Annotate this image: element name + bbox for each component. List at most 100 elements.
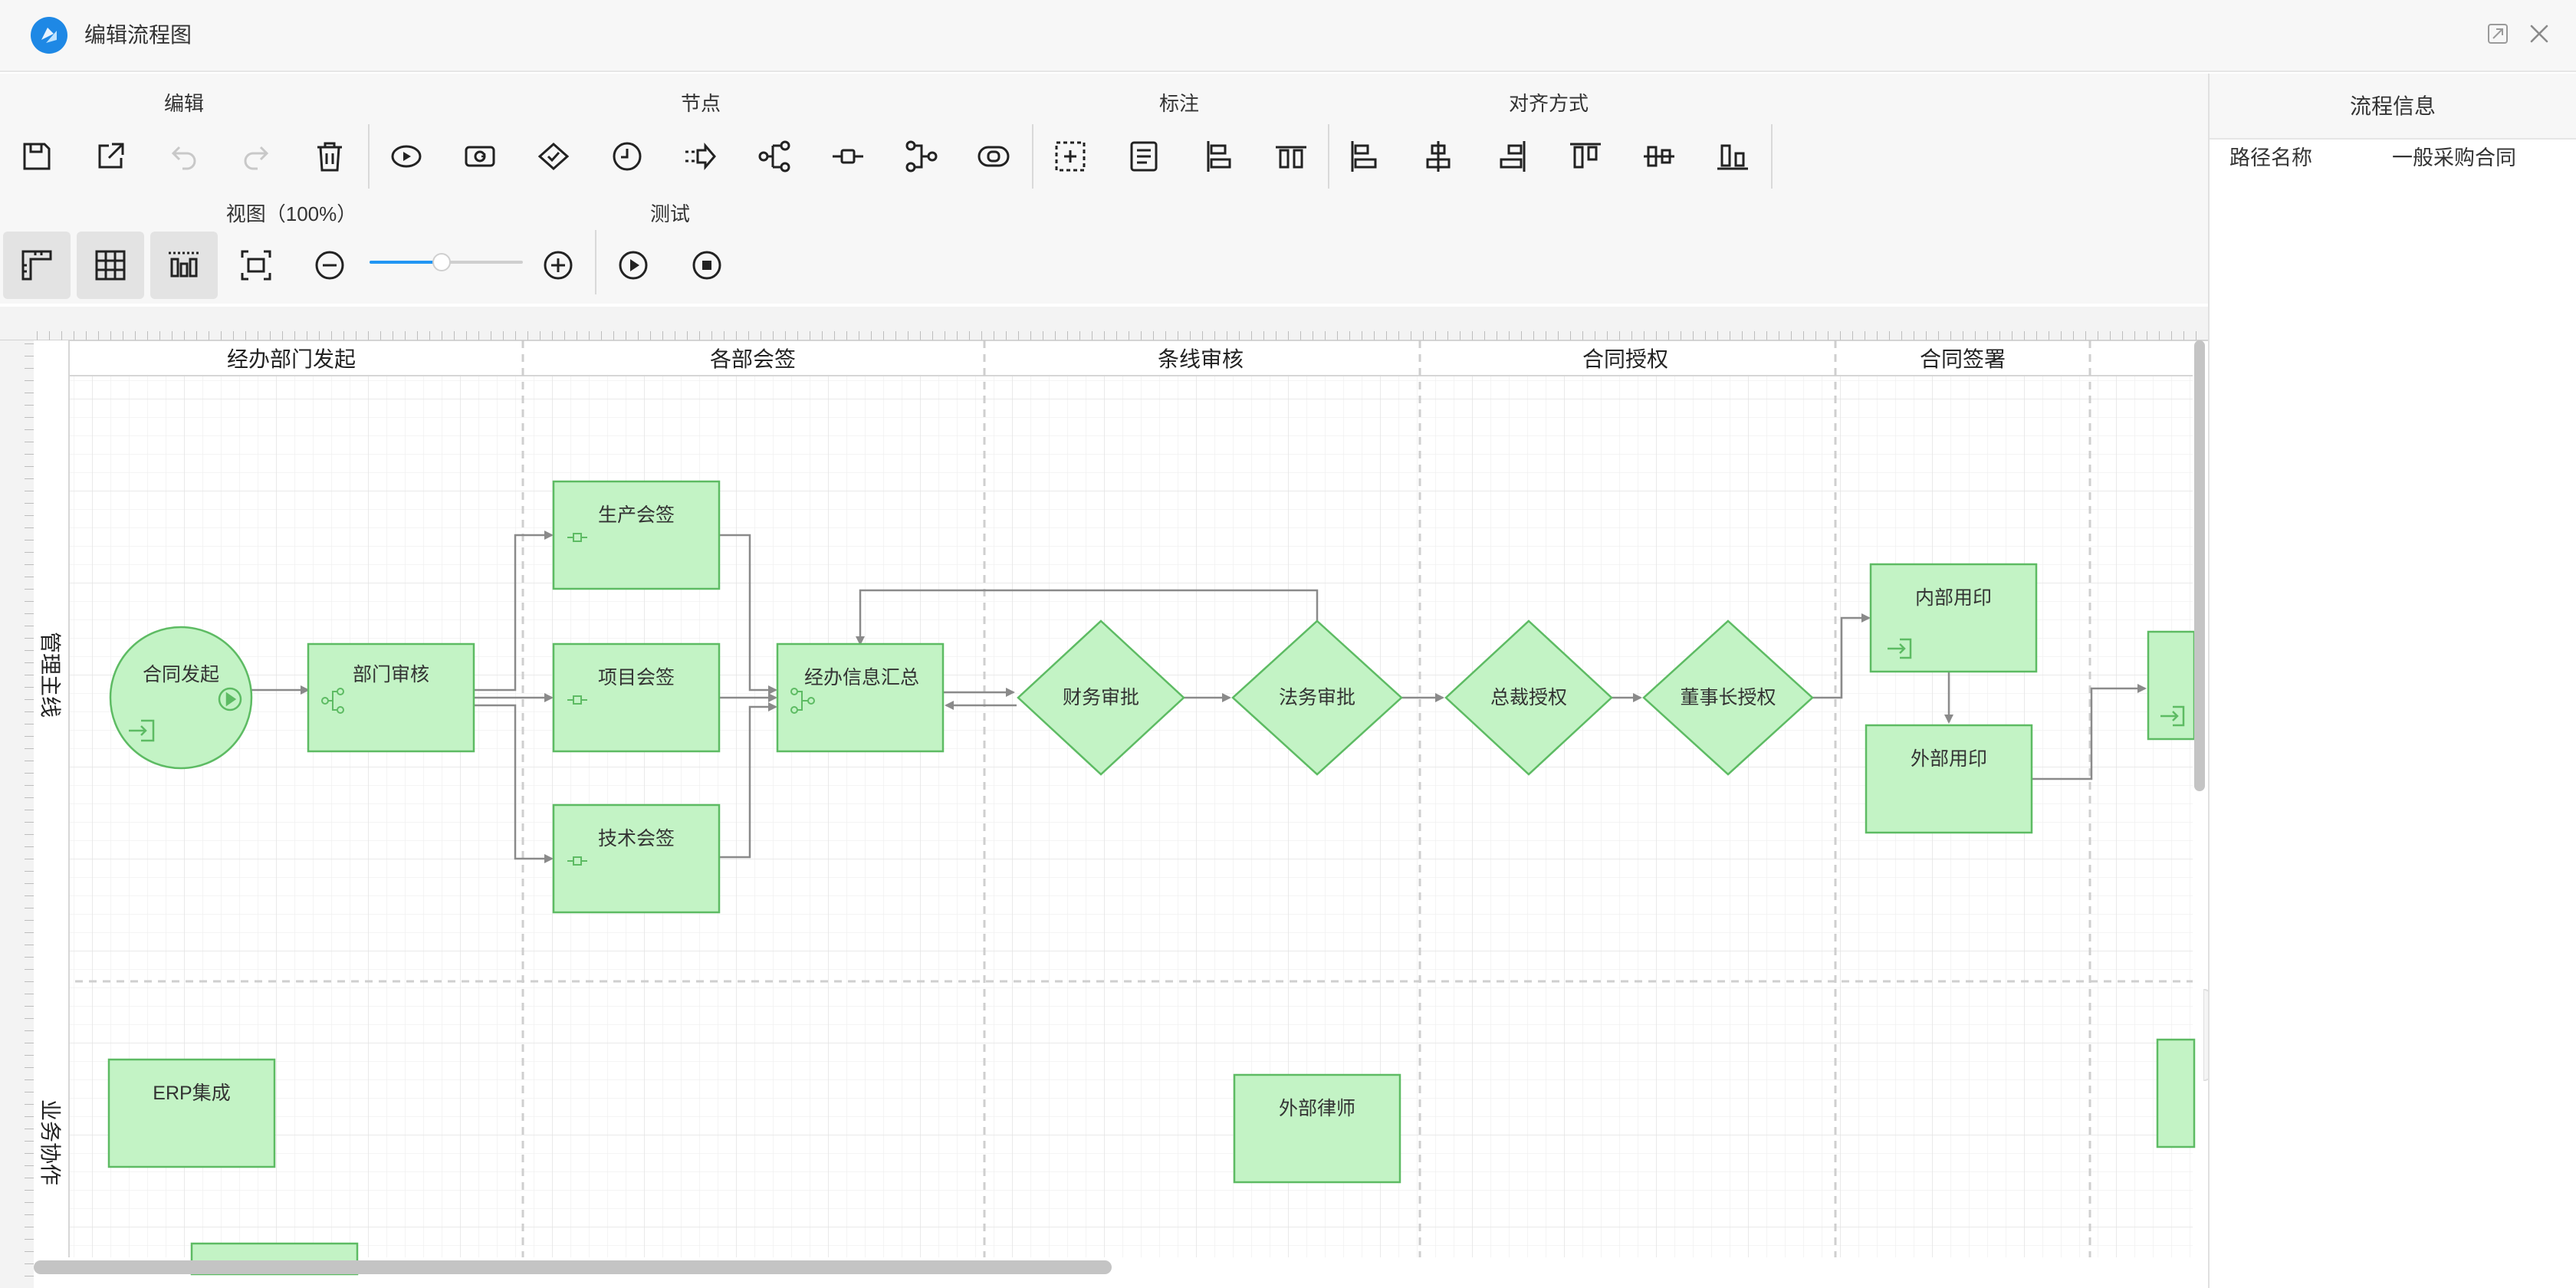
node-label: 董事长授权 bbox=[1680, 687, 1776, 708]
column-label: 各部会签 bbox=[710, 347, 796, 371]
align-left-button[interactable] bbox=[1340, 132, 1389, 181]
horizontal-lane-icon bbox=[1276, 146, 1306, 169]
vertical-lane-icon bbox=[1207, 141, 1231, 172]
align-bottom-icon bbox=[1717, 144, 1748, 170]
merge-node-button[interactable] bbox=[897, 132, 946, 181]
subprocess-node-button[interactable] bbox=[455, 132, 504, 181]
play-icon bbox=[619, 251, 648, 280]
group-annotation-button[interactable] bbox=[1046, 132, 1095, 181]
flow-node-external-seal[interactable]: 外部用印 bbox=[1865, 724, 2033, 834]
align-top-button[interactable] bbox=[1561, 132, 1610, 181]
flow-node-dept-review[interactable]: 部门审核 bbox=[307, 642, 475, 753]
panel-collapse-handle[interactable] bbox=[2203, 987, 2208, 1083]
flow-node-production-sign[interactable]: 生产会签 bbox=[552, 480, 721, 590]
vertical-lane-button[interactable] bbox=[1193, 132, 1242, 181]
column-label: 合同授权 bbox=[1582, 347, 1668, 371]
text-annotation-button[interactable] bbox=[1119, 132, 1168, 181]
save-button[interactable] bbox=[12, 132, 61, 181]
diagram-canvas[interactable]: 经办部门发起 各部会签 条线审核 合同授权 合同签署 管理主线 业务协作 合同发… bbox=[0, 307, 2208, 1288]
zoom-out-icon bbox=[315, 251, 344, 280]
grid-toggle-button[interactable] bbox=[77, 232, 144, 299]
node-label: 外部用印 bbox=[1911, 748, 1987, 770]
align-right-button[interactable] bbox=[1487, 132, 1536, 181]
column-label: 条线审核 bbox=[1158, 347, 1244, 371]
transfer-node-button[interactable] bbox=[676, 132, 725, 181]
align-bottom-button[interactable] bbox=[1708, 132, 1757, 181]
info-panel-header: 流程信息 bbox=[2210, 74, 2576, 140]
start-node-button[interactable] bbox=[382, 132, 431, 181]
toolbar-separator bbox=[1771, 124, 1773, 189]
toolbar-separator bbox=[595, 230, 596, 294]
end-node-button[interactable] bbox=[969, 132, 1018, 181]
zoom-slider-thumb[interactable] bbox=[432, 253, 451, 271]
undo-icon bbox=[171, 146, 196, 170]
flow-node-internal-seal[interactable]: 内部用印 bbox=[1869, 563, 2038, 673]
lane-label: 业务协作 bbox=[38, 1099, 62, 1185]
merge-node-icon bbox=[905, 140, 938, 172]
zoom-in-icon bbox=[544, 251, 573, 280]
path-name-value[interactable]: 一般采购合同 bbox=[2392, 144, 2516, 172]
group-label-edit: 编辑 bbox=[163, 92, 205, 115]
align-left-icon bbox=[1351, 141, 1377, 172]
node-label: 外部律师 bbox=[1279, 1098, 1355, 1119]
horizontal-scrollbar-thumb[interactable] bbox=[34, 1260, 1112, 1274]
restore-window-button[interactable] bbox=[2484, 20, 2512, 48]
info-panel-title: 流程信息 bbox=[2349, 94, 2436, 118]
flow-node-tech-sign[interactable]: 技术会签 bbox=[552, 803, 721, 914]
group-select-icon bbox=[1055, 141, 1086, 172]
toolbar-separator bbox=[1328, 124, 1329, 189]
zoom-in-button[interactable] bbox=[534, 241, 583, 290]
align-top-icon bbox=[1570, 143, 1601, 169]
decision-node-button[interactable] bbox=[529, 132, 578, 181]
branch-node-icon bbox=[758, 140, 790, 172]
title-bar: 编辑流程图 bbox=[0, 0, 2576, 72]
subprocess-node-icon bbox=[465, 146, 495, 167]
toolbar: 编辑 节点 标注 对齐方式 视图（100%） 测试 bbox=[0, 74, 2208, 304]
close-window-button[interactable] bbox=[2524, 18, 2555, 49]
flow-node-partial[interactable] bbox=[2156, 1038, 2196, 1148]
text-annotation-icon bbox=[1130, 141, 1158, 172]
activity-node-icon bbox=[833, 149, 863, 164]
flow-node-project-sign[interactable]: 项目会签 bbox=[552, 642, 721, 753]
test-stop-button[interactable] bbox=[682, 241, 731, 290]
redo-icon bbox=[244, 146, 269, 170]
decision-node-icon bbox=[537, 142, 570, 171]
node-label: 生产会签 bbox=[598, 504, 675, 526]
guides-icon bbox=[169, 251, 199, 278]
redo-button[interactable] bbox=[232, 132, 281, 181]
flow-node-external-lawyer[interactable]: 外部律师 bbox=[1233, 1073, 1401, 1184]
node-label: 部门审核 bbox=[353, 664, 429, 685]
align-middle-button[interactable] bbox=[1635, 132, 1684, 181]
timer-node-icon bbox=[613, 142, 642, 171]
diagram-svg[interactable]: 经办部门发起 各部会签 条线审核 合同授权 合同签署 管理主线 业务协作 合同发… bbox=[0, 307, 2208, 1288]
undo-button[interactable] bbox=[159, 132, 209, 181]
toolbar-separator bbox=[368, 124, 370, 189]
column-label: 经办部门发起 bbox=[227, 347, 356, 371]
trash-icon bbox=[317, 142, 342, 172]
fit-view-button[interactable] bbox=[232, 241, 281, 290]
close-icon bbox=[2530, 25, 2548, 43]
guides-toggle-button[interactable] bbox=[150, 232, 218, 299]
delete-button[interactable] bbox=[305, 132, 354, 181]
flow-node-erp-integration[interactable]: ERP集成 bbox=[107, 1058, 276, 1168]
flow-node-partial-right[interactable] bbox=[2147, 630, 2196, 741]
ruler-toggle-button[interactable] bbox=[3, 232, 71, 299]
column-header-row bbox=[69, 340, 2193, 376]
window-title: 编辑流程图 bbox=[84, 23, 192, 47]
test-run-button[interactable] bbox=[609, 241, 658, 290]
zoom-out-button[interactable] bbox=[305, 241, 354, 290]
flow-node-info-summary[interactable]: 经办信息汇总 bbox=[776, 642, 945, 753]
align-center-button[interactable] bbox=[1414, 132, 1463, 181]
export-button[interactable] bbox=[86, 132, 135, 181]
group-label-align: 对齐方式 bbox=[1508, 92, 1589, 115]
horizontal-lane-button[interactable] bbox=[1267, 132, 1316, 181]
app-logo-icon bbox=[31, 17, 67, 54]
node-label: 法务审批 bbox=[1279, 687, 1355, 708]
flow-node-contract-start[interactable]: 合同发起 bbox=[109, 626, 253, 770]
branch-node-button[interactable] bbox=[750, 132, 799, 181]
zoom-slider-fill bbox=[370, 261, 442, 264]
zoom-slider[interactable] bbox=[370, 253, 523, 271]
vertical-scrollbar-thumb[interactable] bbox=[2194, 340, 2205, 791]
timer-node-button[interactable] bbox=[603, 132, 652, 181]
activity-node-button[interactable] bbox=[823, 132, 872, 181]
